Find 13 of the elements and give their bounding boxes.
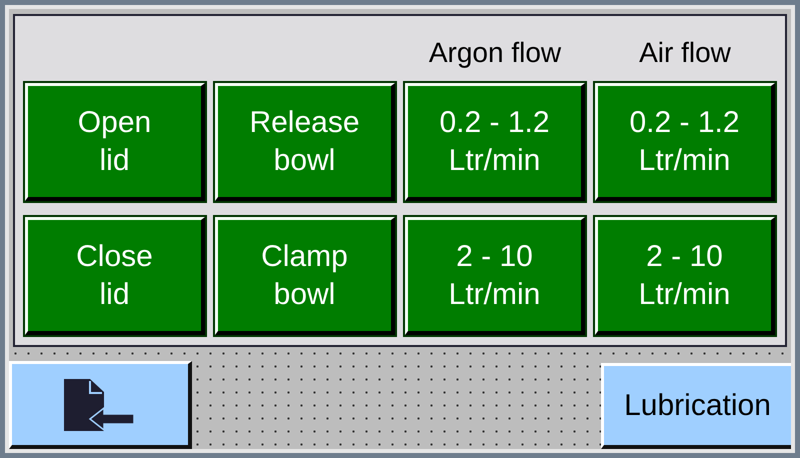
command-button[interactable]: Release bowl xyxy=(215,83,395,201)
exit-button[interactable] xyxy=(9,361,192,449)
column-header: Argon flow xyxy=(428,36,562,70)
command-button[interactable]: 2 - 10 Ltr/min xyxy=(595,217,775,335)
lubrication-button[interactable]: Lubrication xyxy=(601,363,791,449)
command-button[interactable]: 0.2 - 1.2 Ltr/min xyxy=(405,83,585,201)
column-header: Air flow xyxy=(639,36,731,70)
command-button[interactable]: 0.2 - 1.2 Ltr/min xyxy=(595,83,775,201)
command-button[interactable]: Open lid xyxy=(25,83,205,201)
command-button[interactable]: 2 - 10 Ltr/min xyxy=(405,217,585,335)
command-button[interactable]: Clamp bowl xyxy=(215,217,395,335)
command-button[interactable]: Close lid xyxy=(25,217,205,335)
document-exit-icon xyxy=(64,378,136,430)
